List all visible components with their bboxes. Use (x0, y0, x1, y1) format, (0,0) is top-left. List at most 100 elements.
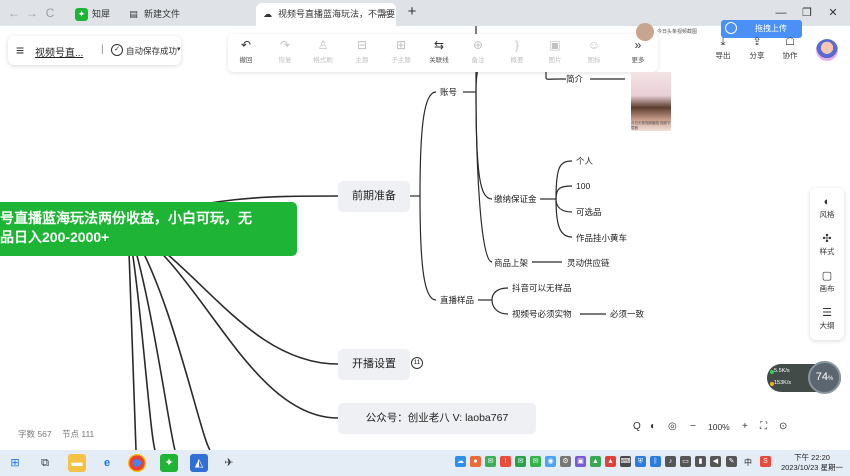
theme-toggle-icon[interactable]: ◐ (650, 419, 656, 435)
zoom-in-button[interactable]: + (742, 419, 748, 435)
side-format-button[interactable]: ✣ 样式 (810, 232, 844, 257)
close-window-button[interactable]: ✕ (820, 3, 846, 23)
cloud-tray-icon[interactable]: ☁ (455, 456, 466, 467)
tool-label: 关联线 (429, 57, 449, 64)
topic-button[interactable]: ⊟ 主题 (347, 37, 377, 64)
node-shipinhao-physical[interactable]: 视频号必须实物 (512, 308, 572, 320)
chat-tray-icon[interactable]: ✉ (530, 456, 541, 467)
side-style-button[interactable]: ◐ 风格 (810, 195, 844, 220)
tab-zhixi[interactable]: ✦ 知犀 (70, 3, 122, 26)
search-icon[interactable]: Q (633, 419, 641, 435)
upload-speed: 5.5K/s (774, 368, 790, 374)
side-label: 样式 (819, 247, 835, 256)
battery-tray-icon[interactable]: ▮ (695, 456, 706, 467)
taskbar-clock[interactable]: 下午 22:20 2023/10/23 星期一 (776, 453, 848, 473)
emoji-button[interactable]: ☺ 图标 (579, 37, 609, 64)
start-menu-icon[interactable]: ⊞ (6, 454, 24, 472)
screen: ← → C ✦ 知犀 ▤ 新建文件 ☁ 视频号直播蓝海玩法，不需要 ✕ + — … (0, 0, 850, 476)
redo-button[interactable]: ↷ 恢复 (270, 37, 300, 64)
menu-icon[interactable]: ≡ (16, 41, 24, 59)
undo-icon: ↶ (240, 38, 252, 52)
node-must-match[interactable]: 必须一致 (610, 308, 644, 320)
app-tray-icon-2[interactable]: ▣ (575, 456, 586, 467)
relation-line-button[interactable]: ⇆ 关联线 (424, 37, 454, 64)
tab-label: 视频号直播蓝海玩法，不需要 (278, 9, 396, 19)
network-tray-icon[interactable]: ▭ (680, 456, 691, 467)
security-tray-icon[interactable]: ⛨ (635, 456, 646, 467)
node-deposit-100[interactable]: 100 (576, 181, 590, 191)
app-window-icon[interactable]: ◭ (190, 454, 208, 472)
redo-icon: ↷ (279, 38, 291, 52)
side-outline-button[interactable]: ☰ 大纲 (810, 306, 844, 331)
file-explorer-icon[interactable]: ▬ (68, 454, 86, 472)
reload-icon[interactable]: C (42, 4, 58, 22)
canvas-icon: ▢ (821, 270, 833, 282)
forward-icon[interactable]: → (24, 4, 40, 22)
volume-tray-icon[interactable]: ◀ (710, 456, 721, 467)
new-tab-button[interactable]: + (402, 3, 422, 23)
topic-gongzhonghao[interactable]: 公众号：创业老八 V: laoba767 (338, 403, 536, 434)
export-button[interactable]: ⤓ 导出 (708, 35, 738, 61)
node-deposit-cart[interactable]: 作品挂小黄车 (576, 232, 627, 244)
wechat-tray-icon[interactable]: ✉ (485, 456, 496, 467)
summary-button[interactable]: } 概要 (502, 37, 532, 64)
pen-tray-icon[interactable]: ✎ (726, 456, 737, 467)
game-controller-icon[interactable]: ✈ (220, 454, 238, 472)
wechat-tray-icon-2[interactable]: ✉ (515, 456, 526, 467)
document-title[interactable]: 视频号直... (35, 44, 85, 59)
share-button[interactable]: ⇪ 分享 (742, 35, 772, 61)
node-account[interactable]: 账号 (440, 86, 457, 98)
ime-indicator[interactable]: 中 (744, 457, 752, 468)
notification-tray-icon[interactable]: ! (500, 456, 511, 467)
collapsed-count-badge[interactable]: 11 (411, 357, 423, 369)
microphone-tray-icon[interactable]: ♪ (665, 456, 676, 467)
node-douyin-no-sample[interactable]: 抖音可以无样品 (512, 282, 572, 294)
more-options-icon[interactable]: ⊙ (779, 419, 787, 435)
node-deposit-selectable[interactable]: 可选品 (576, 206, 602, 218)
node-live-sample[interactable]: 直播样品 (440, 294, 474, 306)
tool-label: 图标 (587, 57, 601, 64)
format-brush-button[interactable]: ♙ 格式刷 (308, 37, 338, 64)
topic-start-settings[interactable]: 开播设置 (338, 349, 410, 380)
bluetooth-tray-icon[interactable]: ᛒ (650, 456, 661, 467)
chevron-down-icon[interactable]: ▾ (177, 45, 181, 53)
zhixi-taskbar-icon[interactable]: ✦ (160, 454, 178, 472)
node-deposit[interactable]: 缴纳保证金 (494, 193, 537, 205)
side-canvas-button[interactable]: ▢ 画布 (810, 269, 844, 294)
cloud-icon: ☁ (263, 9, 272, 19)
note-button[interactable]: ⊕ 备注 (463, 37, 493, 64)
edge-browser-icon[interactable]: e (98, 454, 116, 472)
zoom-out-button[interactable]: − (690, 419, 696, 435)
subtopic-button[interactable]: ⊞ 子主题 (386, 37, 416, 64)
network-speed-widget[interactable]: 5.5K/s 153K/s 74% (767, 361, 841, 394)
app-tray-icon-3[interactable]: ▲ (605, 456, 616, 467)
image-button[interactable]: ▣ 图片 (540, 37, 570, 64)
zoom-level[interactable]: 100% (708, 419, 730, 435)
tab-label: 新建文件 (144, 9, 181, 19)
nvidia-tray-icon[interactable]: ▲ (590, 456, 601, 467)
undo-button[interactable]: ↶ 撤回 (231, 37, 261, 64)
node-supply-chain[interactable]: 灵动供应链 (567, 257, 610, 269)
user-avatar[interactable] (816, 39, 838, 61)
node-listing[interactable]: 商品上架 (494, 257, 528, 269)
tab-current-doc[interactable]: ☁ 视频号直播蓝海玩法，不需要 ✕ (256, 3, 396, 26)
node-intro[interactable]: 简介 (566, 73, 583, 85)
locate-icon[interactable]: ◎ (668, 419, 677, 435)
back-icon[interactable]: ← (6, 4, 22, 22)
chrome-icon[interactable] (128, 454, 146, 472)
collaborate-button[interactable]: ☖ 协作 (775, 35, 805, 61)
task-view-icon[interactable]: ⧉ (36, 454, 54, 472)
more-button[interactable]: » 更多 (623, 37, 653, 64)
root-topic[interactable]: 号直播蓝海玩法两份收益，小白可玩，无 品日入200-2000+ (0, 202, 297, 256)
settings-tray-icon[interactable]: ⚙ (560, 456, 571, 467)
app-tray-icon[interactable]: ● (470, 456, 481, 467)
node-deposit-personal[interactable]: 个人 (576, 155, 593, 167)
keyboard-tray-icon[interactable]: ⌨ (620, 456, 631, 467)
qq-tray-icon[interactable]: ◉ (545, 456, 556, 467)
fit-screen-icon[interactable]: ⛶ (760, 419, 767, 435)
sogou-tray-icon[interactable]: S (760, 456, 771, 467)
tab-new-file[interactable]: ▤ 新建文件 (122, 3, 252, 26)
mindmap-canvas[interactable]: ≡ 视频号直... | ✓ 自动保存成功 ▾ ↶ 撤回 ↷ 恢复 ♙ 格式刷 ⊟ (0, 20, 850, 450)
close-tab-icon[interactable]: ✕ (380, 3, 388, 26)
topic-prep[interactable]: 前期准备 (338, 181, 410, 212)
